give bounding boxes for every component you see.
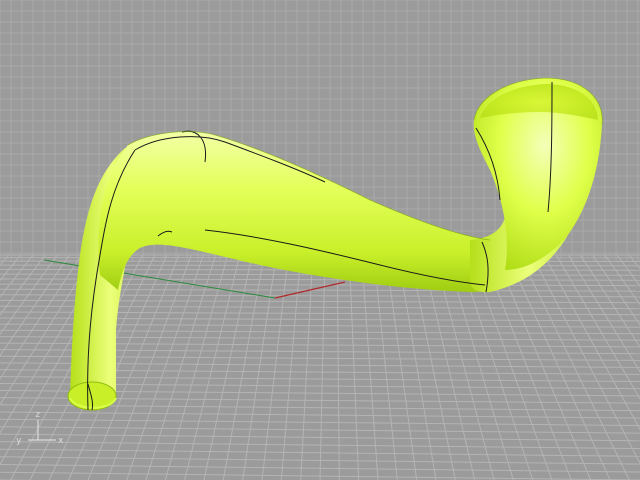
floor-grid-line <box>0 254 34 298</box>
floor-grid-line <box>184 254 241 480</box>
floor-grid-line <box>145 254 216 480</box>
floor-grid-line <box>203 254 253 480</box>
floor-grid-line <box>348 254 360 480</box>
floor-grid-line <box>319 254 326 480</box>
floor-grid-line <box>336 254 340 480</box>
perspective-viewport[interactable]: x y z <box>0 0 640 480</box>
floor-grid-line <box>300 254 314 480</box>
floor-grid-line <box>0 418 640 427</box>
floor-grid-line <box>222 254 265 480</box>
axis-indicator-x-label: x <box>58 436 64 446</box>
axis-indicator: x y z <box>16 410 64 446</box>
floor-grid-line <box>0 426 640 434</box>
viewport-scene[interactable]: x y z <box>0 0 640 480</box>
axis-indicator-z-label: z <box>35 410 40 420</box>
surface-body[interactable] <box>98 131 510 293</box>
floor-grid-line <box>0 433 640 442</box>
axis-indicator-y-label: y <box>16 436 22 446</box>
floor-grid-line <box>361 254 379 480</box>
floor-grid-line <box>0 441 640 449</box>
floor-grid-line <box>242 254 277 480</box>
floor-grid-line <box>0 254 83 380</box>
nurbs-surface[interactable] <box>67 77 603 411</box>
floor-grid-line <box>0 448 640 457</box>
